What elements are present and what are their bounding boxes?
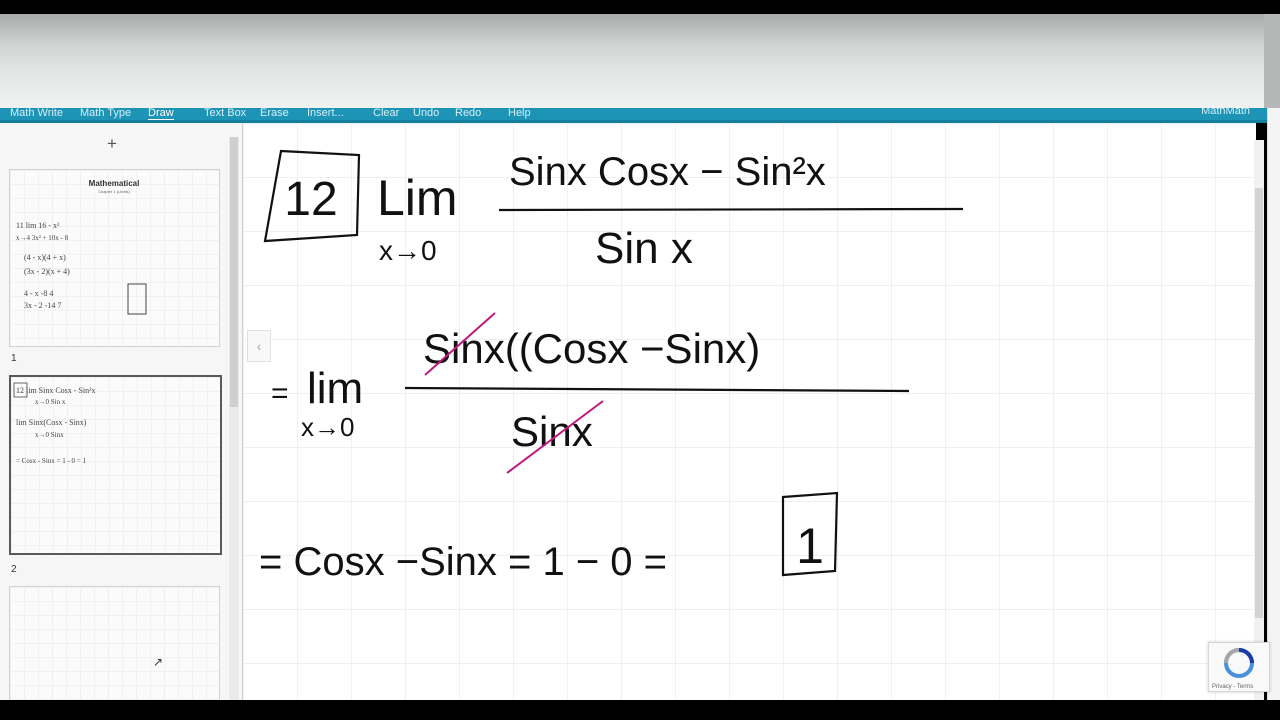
limit-approach: x→0 bbox=[379, 235, 437, 266]
tool-text-box[interactable]: Text Box bbox=[204, 108, 246, 119]
page-thumbnail-1[interactable]: Mathematical Chapter 1 (Limits) 11 lim 1… bbox=[9, 169, 220, 347]
page-sidebar: + Mathematical Chapter 1 (Limits) 11 lim… bbox=[0, 123, 243, 700]
recaptcha-badge[interactable]: Privacy - Terms bbox=[1208, 642, 1270, 692]
page-number-1: 1 bbox=[11, 353, 17, 364]
brand-label: MathMath bbox=[1201, 108, 1250, 117]
limit-word: Lim bbox=[377, 170, 458, 226]
final-line: = Cosx −Sinx = 1 − 0 = bbox=[259, 540, 667, 584]
page-thumbnail-3[interactable] bbox=[9, 586, 220, 700]
top-black-bar bbox=[0, 0, 1280, 14]
thumb1-line: 3x - 2 -14 7 bbox=[24, 301, 61, 310]
thumb1-line: x→4 3x² + 10x - 8 bbox=[16, 234, 69, 242]
thumb1-line: 4 - x -8 4 bbox=[24, 289, 53, 298]
app-toolbar: Math Write Math Type Draw Text Box Erase… bbox=[0, 108, 1268, 123]
step2-denominator: Sinx bbox=[511, 408, 593, 455]
thumb2-line: = Cosx - Sinx = 1 - 0 = 1 bbox=[16, 457, 86, 465]
thumb1-line: (4 - x)(4 + x) bbox=[24, 253, 66, 262]
thumb1-line: (3x - 2)(x + 4) bbox=[24, 267, 70, 276]
thumb1-title: Mathematical bbox=[89, 179, 140, 188]
thumb2-line: x→0 Sinx bbox=[35, 431, 64, 439]
tool-math-type[interactable]: Math Type bbox=[80, 108, 131, 119]
limit-word-2: lim bbox=[307, 364, 363, 413]
browser-header bbox=[0, 14, 1280, 110]
step2-equals: = bbox=[271, 377, 289, 410]
denominator: Sin x bbox=[595, 224, 693, 273]
limit-approach-2: x→0 bbox=[301, 412, 354, 442]
tool-erase[interactable]: Erase bbox=[260, 108, 289, 119]
numerator: Sinx Cosx − Sin²x bbox=[509, 150, 826, 194]
canvas-scrollbar-thumb[interactable] bbox=[1255, 188, 1263, 618]
recaptcha-terms[interactable]: Privacy - Terms bbox=[1212, 684, 1253, 690]
tool-help[interactable]: Help bbox=[508, 108, 531, 119]
tool-redo[interactable]: Redo bbox=[455, 108, 481, 119]
fraction-bar-2 bbox=[404, 386, 910, 393]
problem-number: 12 bbox=[284, 173, 337, 226]
thumb2-line: 12 lim Sinx Cosx - Sin²x bbox=[16, 386, 96, 395]
thumb1-subtitle: Chapter 1 (Limits) bbox=[98, 189, 130, 194]
tool-undo[interactable]: Undo bbox=[413, 108, 439, 119]
thumb1-line: 11 lim 16 - x² bbox=[16, 221, 60, 230]
fraction-bar-1 bbox=[498, 207, 964, 212]
drawing-canvas[interactable]: ‹ 12 Lim x→0 Sinx Cosx − Sin²x Sin x = l… bbox=[243, 123, 1256, 700]
thumb2-line: x→0 Sin x bbox=[35, 398, 66, 406]
tool-draw[interactable]: Draw bbox=[148, 108, 174, 120]
mouse-cursor-icon: ↗ bbox=[153, 655, 164, 669]
add-page-button[interactable]: + bbox=[107, 135, 117, 152]
page-number-2: 2 bbox=[11, 564, 17, 575]
page-thumbnail-2[interactable]: 12 lim Sinx Cosx - Sin²x x→0 Sin x lim S… bbox=[9, 375, 222, 555]
handwriting-layer: 12 Lim x→0 Sinx Cosx − Sin²x Sin x = lim… bbox=[259, 149, 964, 584]
tool-clear[interactable]: Clear bbox=[373, 108, 399, 119]
bottom-black-bar bbox=[0, 700, 1280, 720]
sidebar-scrollbar-thumb[interactable] bbox=[230, 137, 238, 407]
tool-math-write[interactable]: Math Write bbox=[10, 108, 63, 119]
answer: 1 bbox=[796, 518, 824, 574]
tool-insert[interactable]: Insert... bbox=[307, 108, 344, 119]
window-scrollbar[interactable] bbox=[1267, 108, 1280, 700]
recaptcha-icon bbox=[1224, 648, 1254, 678]
thumb2-line: lim Sinx(Cosx - Sinx) bbox=[16, 418, 87, 427]
